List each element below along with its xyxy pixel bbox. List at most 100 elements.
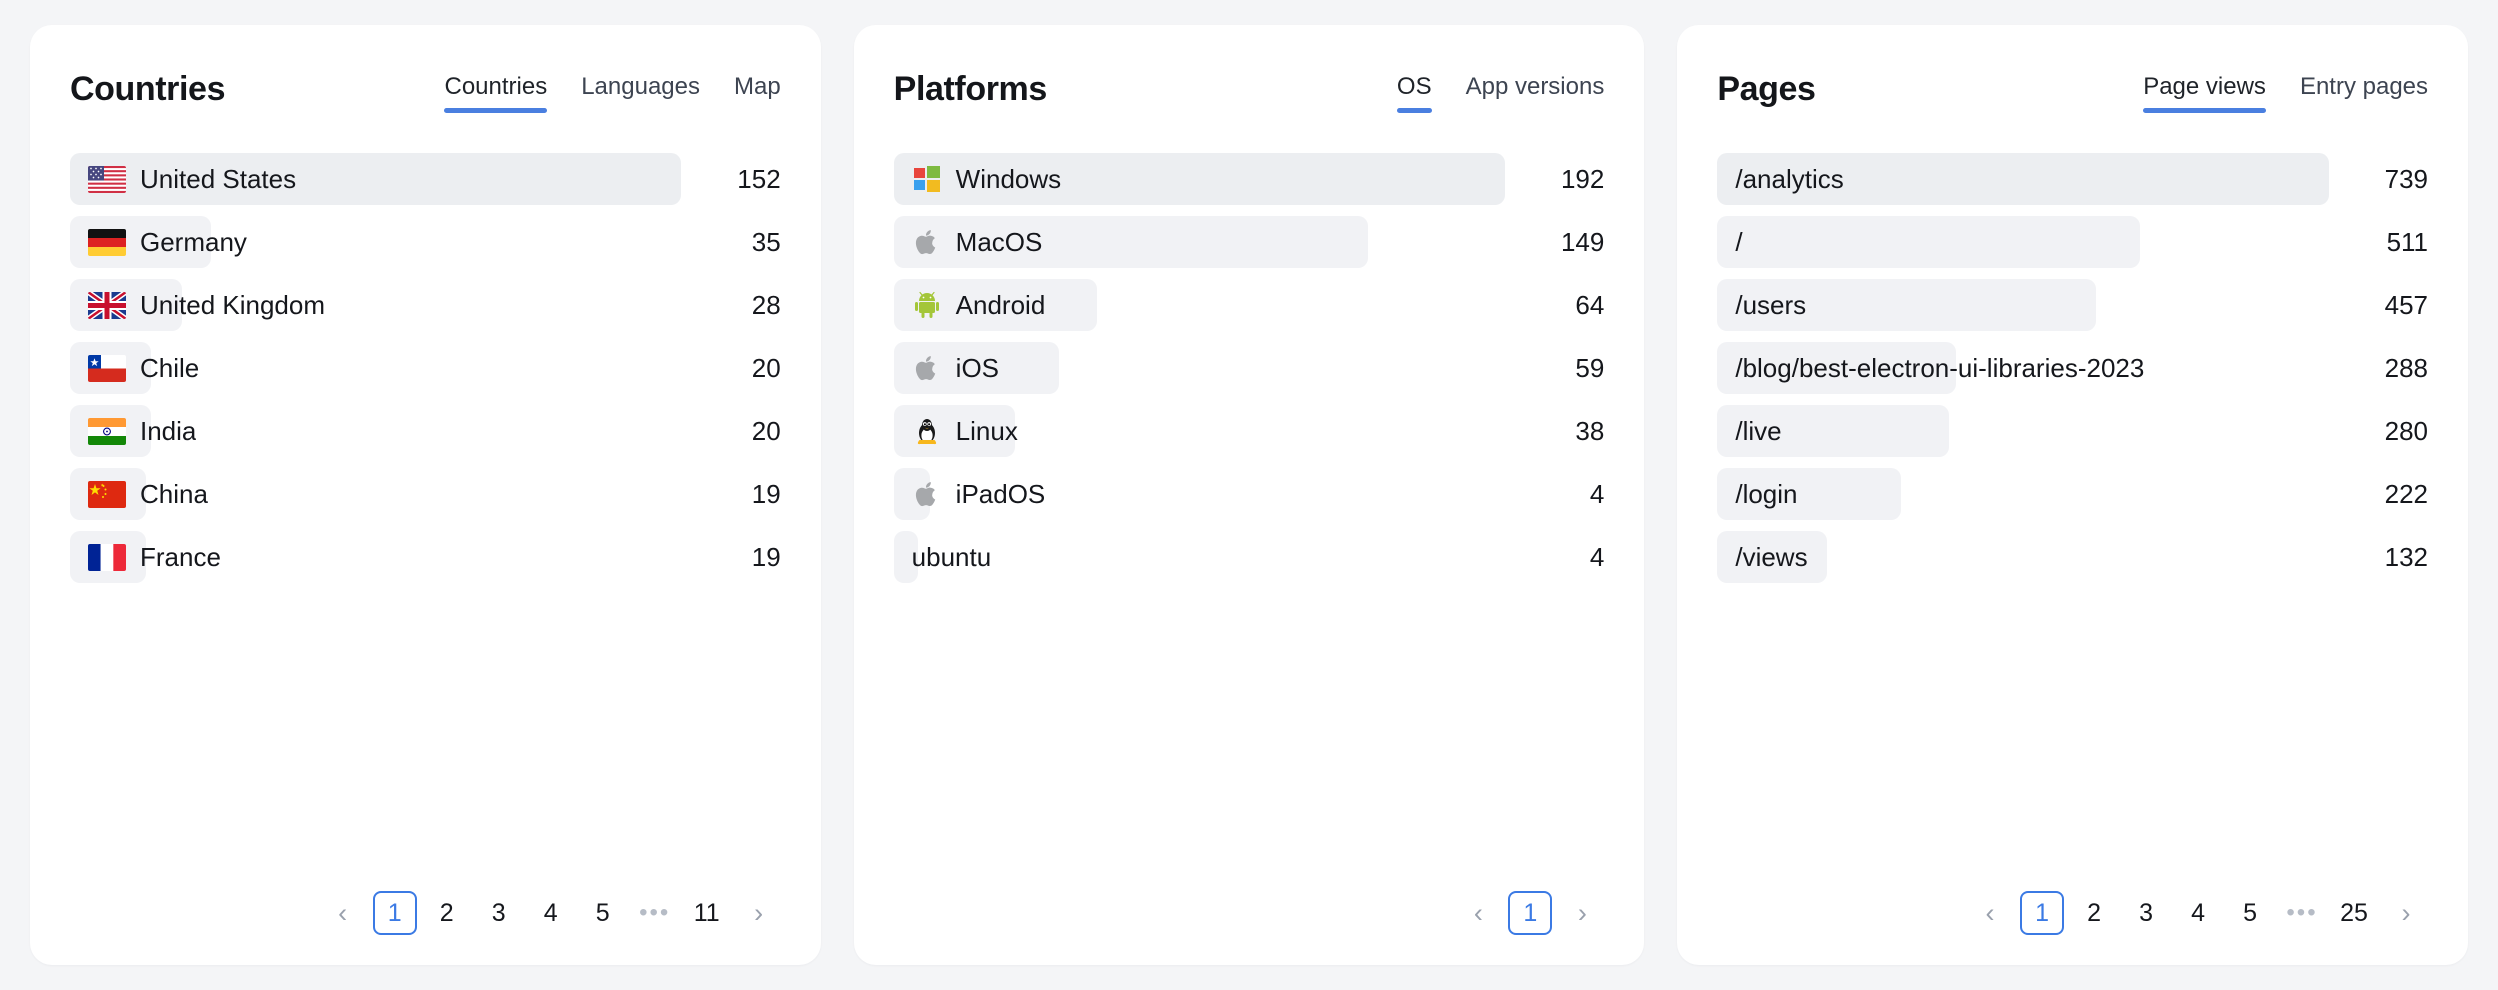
- list-item-label: /analytics: [1735, 163, 1844, 194]
- list-item-label-group: Linux: [894, 416, 1018, 447]
- list-item[interactable]: MacOS 149: [893, 216, 1604, 268]
- list-item-label: Windows: [955, 163, 1062, 194]
- pagination-page-1[interactable]: 1: [372, 891, 417, 935]
- android-icon: [912, 290, 942, 320]
- list-item-label-group: Germany: [70, 227, 247, 258]
- flag-gb-icon: [88, 291, 126, 319]
- tab-app-versions[interactable]: App versions: [1466, 73, 1605, 113]
- list-item-label: /blog/best-electron-ui-libraries-2023: [1735, 352, 2145, 383]
- list-item-label: iPadOS: [955, 478, 1046, 509]
- pagination-page-2[interactable]: 2: [425, 891, 469, 935]
- list-item[interactable]: France 19: [70, 531, 781, 583]
- pagination-ellipsis: •••: [2286, 899, 2318, 926]
- card-header: Pages Page views Entry pages: [1717, 65, 2428, 117]
- list-item-value: 64: [1575, 289, 1605, 320]
- list-item-value: 19: [751, 541, 781, 572]
- flag-cl-icon: [88, 354, 126, 382]
- list-item[interactable]: Germany 35: [70, 216, 781, 268]
- list-item-label-group: France: [70, 542, 221, 573]
- pagination-next-icon[interactable]: ›: [737, 891, 781, 935]
- tab-map[interactable]: Map: [734, 73, 781, 113]
- list-item[interactable]: India 20: [70, 405, 781, 457]
- list-item-label: Chile: [140, 352, 200, 383]
- apple-icon: [912, 353, 942, 383]
- card-platforms: Platforms OS App versions Windows 192 MacOS 14…: [853, 25, 1645, 965]
- pagination: ‹ 1 2 3 4 5 ••• 25 ›: [1717, 891, 2428, 935]
- pagination-last-page[interactable]: 11: [685, 891, 729, 935]
- list-item-label-group: /live: [1717, 416, 1781, 447]
- pagination-page-3[interactable]: 3: [2124, 891, 2168, 935]
- pagination-page-3[interactable]: 3: [477, 891, 521, 935]
- list-item-value: 288: [2384, 352, 2429, 383]
- pagination-next-icon[interactable]: ›: [2384, 891, 2428, 935]
- list-item-label: India: [140, 415, 197, 446]
- list-item[interactable]: China 19: [70, 468, 781, 520]
- list-item-label: Linux: [955, 415, 1018, 446]
- tab-page-views[interactable]: Page views: [2143, 73, 2266, 113]
- tab-os[interactable]: OS: [1396, 73, 1432, 113]
- pagination-prev-icon[interactable]: ‹: [1968, 891, 2012, 935]
- card-title: Countries: [70, 70, 226, 108]
- card-pages: Pages Page views Entry pages/analytics 739/…: [1677, 25, 2469, 965]
- list-item[interactable]: United Kingdom 28: [70, 279, 781, 331]
- pagination-next-icon[interactable]: ›: [1560, 891, 1604, 935]
- value-bar: [1717, 216, 2141, 268]
- apple-icon: [912, 479, 942, 509]
- pagination-page-5[interactable]: 5: [581, 891, 625, 935]
- list-item[interactable]: /live 280: [1717, 405, 2428, 457]
- list-item[interactable]: Android 64: [893, 279, 1605, 331]
- list-item[interactable]: iPadOS 4: [893, 468, 1604, 520]
- list-item[interactable]: /analytics 739: [1717, 153, 2428, 205]
- list-item-value: 192: [1560, 163, 1605, 194]
- list-item-label-group: iOS: [894, 353, 999, 384]
- pagination-page-1[interactable]: 1: [2020, 891, 2065, 935]
- list-item-label-group: /login: [1717, 479, 1797, 510]
- list-item-value: 4: [1589, 541, 1605, 572]
- list-item-value: 35: [751, 226, 781, 257]
- list-item[interactable]: Linux 38: [893, 405, 1605, 457]
- list-item-value: 59: [1575, 352, 1605, 383]
- list-item[interactable]: Chile 20: [70, 342, 781, 394]
- list-item[interactable]: ubuntu 4: [893, 531, 1605, 583]
- tab-list: Page views Entry pages: [2143, 65, 2428, 113]
- list-item[interactable]: Windows 192: [893, 153, 1605, 205]
- tab-entry-pages[interactable]: Entry pages: [2300, 73, 2428, 113]
- card-title: Platforms: [893, 70, 1048, 108]
- list-item-value: 38: [1575, 415, 1605, 446]
- list-item[interactable]: /login 222: [1717, 468, 2428, 520]
- list-item-label: MacOS: [955, 226, 1043, 257]
- list-item-value: 152: [737, 163, 781, 194]
- pagination-page-4[interactable]: 4: [529, 891, 573, 935]
- pagination-prev-icon[interactable]: ‹: [321, 891, 365, 935]
- list-item-label-group: MacOS: [894, 226, 1043, 258]
- list-item[interactable]: /blog/best-electron-ui-libraries-2023 288: [1717, 342, 2428, 394]
- pagination-last-page[interactable]: 25: [2332, 891, 2376, 935]
- pagination-page-1[interactable]: 1: [1508, 891, 1553, 935]
- tab-list: Countries Languages Map: [444, 65, 781, 113]
- pagination-page-4[interactable]: 4: [2176, 891, 2220, 935]
- list-item[interactable]: /views 132: [1717, 531, 2428, 583]
- linux-icon: [912, 416, 942, 446]
- apple-icon: [912, 227, 942, 257]
- list-item[interactable]: iOS 59: [893, 342, 1605, 394]
- list-item[interactable]: / 511: [1717, 216, 2428, 268]
- tab-languages[interactable]: Languages: [581, 73, 700, 113]
- pagination-page-5[interactable]: 5: [2228, 891, 2272, 935]
- card-header: Platforms OS App versions: [893, 65, 1605, 117]
- tab-countries[interactable]: Countries: [444, 73, 547, 113]
- list-item-label: France: [140, 541, 221, 572]
- list-item-label: /live: [1735, 415, 1782, 446]
- flag-in-icon: [88, 417, 126, 445]
- list-item[interactable]: United States 152: [70, 153, 781, 205]
- pagination-prev-icon[interactable]: ‹: [1456, 891, 1500, 935]
- list-item-label-group: Android: [894, 290, 1045, 321]
- flag-us-icon: [88, 165, 126, 193]
- card-title: Pages: [1717, 70, 1816, 108]
- list-item-label-group: /views: [1717, 542, 1807, 573]
- list-item-label-group: iPadOS: [894, 478, 1046, 510]
- pagination-page-2[interactable]: 2: [2072, 891, 2116, 935]
- list-item-label-group: /: [1717, 227, 1742, 258]
- list-item-label: /: [1735, 226, 1743, 257]
- list-item-label-group: /blog/best-electron-ui-libraries-2023: [1717, 353, 2144, 384]
- list-item[interactable]: /users 457: [1717, 279, 2428, 331]
